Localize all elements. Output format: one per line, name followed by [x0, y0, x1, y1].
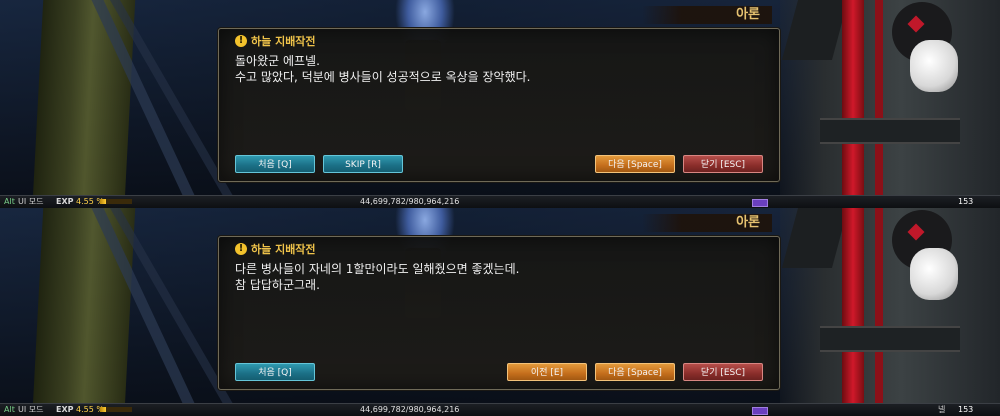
dialogue-box: ! 하늘 지배작전 돌아왔군 에프넬. 수고 많았다, 덕분에 병사들이 성공적… [218, 28, 780, 182]
dialogue-screen-1: 아론 ! 하늘 지배작전 돌아왔군 에프넬. 수고 많았다, 덕분에 병사들이 … [0, 0, 1000, 208]
exp-bar [100, 407, 132, 412]
status-bar: Alt UI 모드 EXP 4.55 % 44,699,782/980,964,… [0, 403, 1000, 416]
exp-label: EXP [56, 405, 74, 414]
quest-title-text: 하늘 지배작전 [251, 35, 316, 48]
level-value: 153 [958, 197, 974, 206]
quest-title-text: 하늘 지배작전 [251, 243, 316, 256]
background-pillar [32, 208, 136, 416]
close-button[interactable]: 닫기 [ESC] [683, 363, 763, 381]
ui-mode-button[interactable]: UI 모드 [18, 196, 43, 208]
dialogue-text: 다른 병사들이 자네의 1할만이라도 일해줬으면 좋겠는데. 참 답답하군그래. [235, 261, 519, 293]
auto-badge[interactable]: Alt [4, 404, 15, 416]
npc-glove [910, 248, 958, 300]
exp-bar-fill [100, 199, 106, 204]
next-button[interactable]: 다음 [Space] [595, 155, 675, 173]
level-value: 153 [958, 405, 974, 414]
buff-indicator [752, 407, 768, 415]
dialogue-screen-2: 아론 ! 하늘 지배작전 다른 병사들이 자네의 1할만이라도 일해줬으면 좋겠… [0, 208, 1000, 416]
level-label: 넬 [938, 405, 946, 414]
prev-button[interactable]: 이전 [E] [507, 363, 587, 381]
quest-title: ! 하늘 지배작전 [235, 241, 316, 257]
npc-nameplate: 아론 [642, 6, 772, 24]
npc-nameplate: 아론 [642, 214, 772, 232]
npc-belt [820, 326, 960, 352]
exp-value: 44,699,782/980,964,216 [360, 405, 460, 414]
dialogue-line: 돌아왔군 에프넬. [235, 54, 320, 68]
dialogue-line: 수고 많았다, 덕분에 병사들이 성공적으로 옥상을 장악했다. [235, 70, 531, 84]
quest-alert-icon: ! [235, 243, 247, 255]
exp-bar-fill [100, 407, 106, 412]
exp-value: 44,699,782/980,964,216 [360, 197, 460, 206]
auto-badge[interactable]: Alt [4, 196, 15, 208]
buff-indicator [752, 199, 768, 207]
npc-glove [910, 40, 958, 92]
quest-alert-icon: ! [235, 35, 247, 47]
next-button[interactable]: 다음 [Space] [595, 363, 675, 381]
dialogue-text: 돌아왔군 에프넬. 수고 많았다, 덕분에 병사들이 성공적으로 옥상을 장악했… [235, 53, 530, 85]
exp-label: EXP [56, 197, 74, 206]
skip-button[interactable]: SKIP [R] [323, 155, 403, 173]
npc-portrait [780, 208, 1000, 416]
background-pillar [32, 0, 136, 208]
status-bar: Alt UI 모드 EXP 4.55 % 44,699,782/980,964,… [0, 195, 1000, 208]
quest-title: ! 하늘 지배작전 [235, 33, 316, 49]
npc-belt [820, 118, 960, 144]
close-button[interactable]: 닫기 [ESC] [683, 155, 763, 173]
dialogue-box: ! 하늘 지배작전 다른 병사들이 자네의 1할만이라도 일해줬으면 좋겠는데.… [218, 236, 780, 390]
first-button[interactable]: 처음 [Q] [235, 155, 315, 173]
dialogue-line: 참 답답하군그래. [235, 278, 320, 292]
ui-mode-button[interactable]: UI 모드 [18, 404, 43, 416]
npc-portrait [780, 0, 1000, 208]
dialogue-line: 다른 병사들이 자네의 1할만이라도 일해줬으면 좋겠는데. [235, 262, 520, 276]
first-button[interactable]: 처음 [Q] [235, 363, 315, 381]
exp-bar [100, 199, 132, 204]
